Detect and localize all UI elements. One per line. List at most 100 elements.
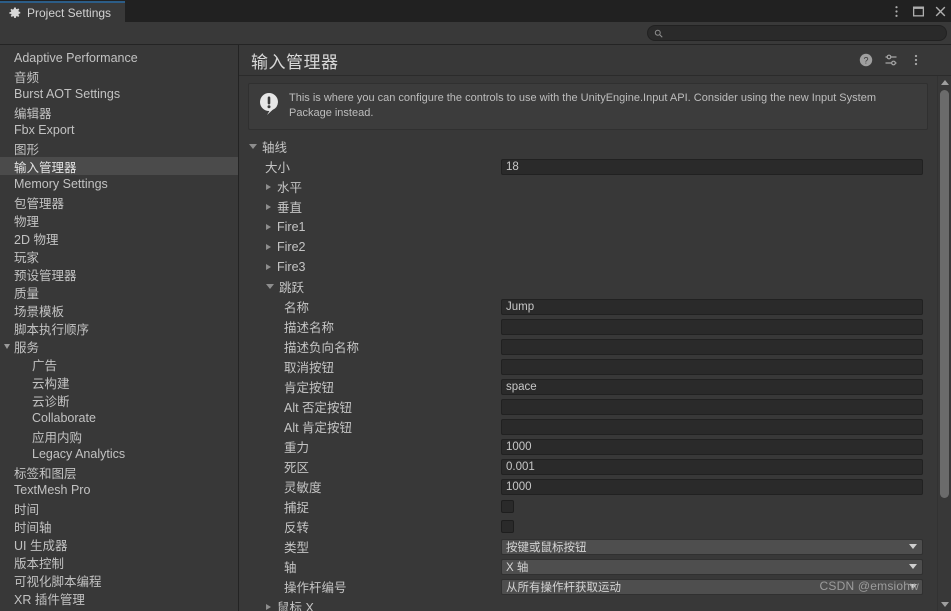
- axis-item[interactable]: 鼠标 X: [248, 597, 928, 611]
- warning-icon: [260, 93, 278, 115]
- vertical-scrollbar[interactable]: [937, 76, 951, 611]
- tab-project-settings[interactable]: Project Settings: [0, 1, 126, 22]
- close-icon[interactable]: [934, 5, 947, 18]
- sidebar-item[interactable]: 标签和图层: [0, 463, 238, 481]
- sidebar-item[interactable]: 服务: [0, 337, 238, 355]
- sidebar-item[interactable]: 图形: [0, 139, 238, 157]
- sidebar-item[interactable]: Fbx Export: [0, 121, 238, 139]
- axis-label: Fire2: [277, 239, 306, 254]
- chevron-down-icon[interactable]: [266, 284, 274, 290]
- chevron-down-icon: [4, 343, 10, 349]
- more-options-icon[interactable]: [890, 5, 903, 18]
- axis-label: 垂直: [277, 201, 303, 216]
- sidebar-item-label: TextMesh Pro: [14, 483, 91, 497]
- axis-item[interactable]: Fire3: [248, 257, 928, 277]
- sidebar-item[interactable]: 时间: [0, 499, 238, 517]
- property-label: 名称: [284, 301, 310, 316]
- property-input[interactable]: [501, 358, 923, 375]
- property-input[interactable]: [501, 338, 923, 355]
- sidebar-item[interactable]: Burst AOT Settings: [0, 85, 238, 103]
- sidebar-item[interactable]: 玩家: [0, 247, 238, 265]
- sidebar-item[interactable]: 音频: [0, 67, 238, 85]
- sidebar-item[interactable]: 编辑器: [0, 103, 238, 121]
- chevron-right-icon[interactable]: [266, 203, 271, 210]
- search-input[interactable]: [668, 27, 940, 39]
- property-checkbox[interactable]: [501, 520, 514, 534]
- property-dropdown-value: 按键或鼠标按钮: [506, 541, 587, 554]
- search-box[interactable]: [647, 25, 947, 41]
- chevron-right-icon[interactable]: [266, 183, 271, 190]
- property-row: 捕捉: [248, 497, 928, 517]
- sidebar-item[interactable]: Adaptive Performance: [0, 49, 238, 67]
- sidebar-item[interactable]: 预设管理器: [0, 265, 238, 283]
- sidebar-item-label: Burst AOT Settings: [14, 87, 121, 101]
- property-dropdown[interactable]: 从所有操作杆获取运动: [501, 578, 923, 595]
- sidebar-item[interactable]: XR 插件管理: [0, 589, 238, 607]
- scroll-down-arrow-icon[interactable]: [941, 602, 949, 607]
- sidebar-item[interactable]: Memory Settings: [0, 175, 238, 193]
- sidebar-item[interactable]: 输入管理器: [0, 157, 238, 175]
- group-axes[interactable]: 轴线: [248, 137, 928, 157]
- property-row: 反转: [248, 517, 928, 537]
- property-input[interactable]: Jump: [501, 298, 923, 315]
- gear-icon: [9, 6, 21, 18]
- sidebar-item-label: 2D 物理: [14, 232, 59, 247]
- sidebar-item[interactable]: 可视化脚本编程: [0, 571, 238, 589]
- property-input[interactable]: space: [501, 378, 923, 395]
- scrollbar-thumb[interactable]: [940, 90, 949, 498]
- sidebar-item-label: 编辑器: [14, 106, 52, 121]
- sidebar-item[interactable]: 应用内购: [0, 427, 238, 445]
- sidebar-item[interactable]: 版本控制: [0, 553, 238, 571]
- axis-item[interactable]: Fire1: [248, 217, 928, 237]
- axis-item[interactable]: Fire2: [248, 237, 928, 257]
- help-icon[interactable]: ?: [859, 53, 873, 67]
- chevron-right-icon[interactable]: [266, 603, 271, 610]
- chevron-right-icon[interactable]: [266, 263, 271, 270]
- property-input[interactable]: [501, 398, 923, 415]
- sidebar-item[interactable]: 包管理器: [0, 193, 238, 211]
- sidebar-item[interactable]: 云构建: [0, 373, 238, 391]
- settings-sidebar[interactable]: Adaptive Performance 音频 Burst AOT Settings…: [0, 45, 239, 611]
- sidebar-item[interactable]: 场景模板: [0, 301, 238, 319]
- row-label: 大小: [265, 161, 291, 176]
- axis-item[interactable]: 垂直: [248, 197, 928, 217]
- property-dropdown[interactable]: X 轴: [501, 558, 923, 575]
- sidebar-item[interactable]: 质量: [0, 283, 238, 301]
- sidebar-item[interactable]: 物理: [0, 211, 238, 229]
- sidebar-item[interactable]: 云诊断: [0, 391, 238, 409]
- sidebar-item[interactable]: TextMesh Pro: [0, 481, 238, 499]
- property-input[interactable]: 0.001: [501, 458, 923, 475]
- chevron-right-icon[interactable]: [266, 243, 271, 250]
- property-row: 描述名称: [248, 317, 928, 337]
- info-banner: This is where you can configure the cont…: [248, 83, 928, 130]
- maximize-icon[interactable]: [912, 5, 925, 18]
- axis-item[interactable]: 跳跃: [248, 277, 928, 297]
- sidebar-item[interactable]: Legacy Analytics: [0, 445, 238, 463]
- sidebar-item[interactable]: 脚本执行顺序: [0, 319, 238, 337]
- property-row: 名称 Jump: [248, 297, 928, 317]
- scroll-up-arrow-icon[interactable]: [941, 80, 949, 85]
- sidebar-item[interactable]: UI 生成器: [0, 535, 238, 553]
- property-checkbox[interactable]: [501, 500, 514, 514]
- size-input[interactable]: 18: [501, 158, 923, 175]
- property-row: 灵敏度 1000: [248, 477, 928, 497]
- search-bar-strip: [0, 22, 951, 45]
- chevron-right-icon[interactable]: [266, 223, 271, 230]
- sidebar-item[interactable]: 时间轴: [0, 517, 238, 535]
- axis-item[interactable]: 水平: [248, 177, 928, 197]
- property-row: 轴X 轴: [248, 557, 928, 577]
- property-label: Alt 否定按钮: [284, 401, 353, 416]
- sidebar-item-label: 广告: [32, 358, 58, 373]
- sidebar-item[interactable]: 2D 物理: [0, 229, 238, 247]
- property-dropdown[interactable]: 按键或鼠标按钮: [501, 538, 923, 555]
- property-input[interactable]: [501, 418, 923, 435]
- property-input[interactable]: 1000: [501, 438, 923, 455]
- property-input[interactable]: 1000: [501, 478, 923, 495]
- more-options-icon[interactable]: [909, 53, 923, 67]
- sidebar-item[interactable]: 广告: [0, 355, 238, 373]
- preset-icon[interactable]: [884, 53, 898, 67]
- sidebar-item-label: 音频: [14, 70, 40, 85]
- property-label: 死区: [284, 461, 310, 476]
- sidebar-item[interactable]: Collaborate: [0, 409, 238, 427]
- property-input[interactable]: [501, 318, 923, 335]
